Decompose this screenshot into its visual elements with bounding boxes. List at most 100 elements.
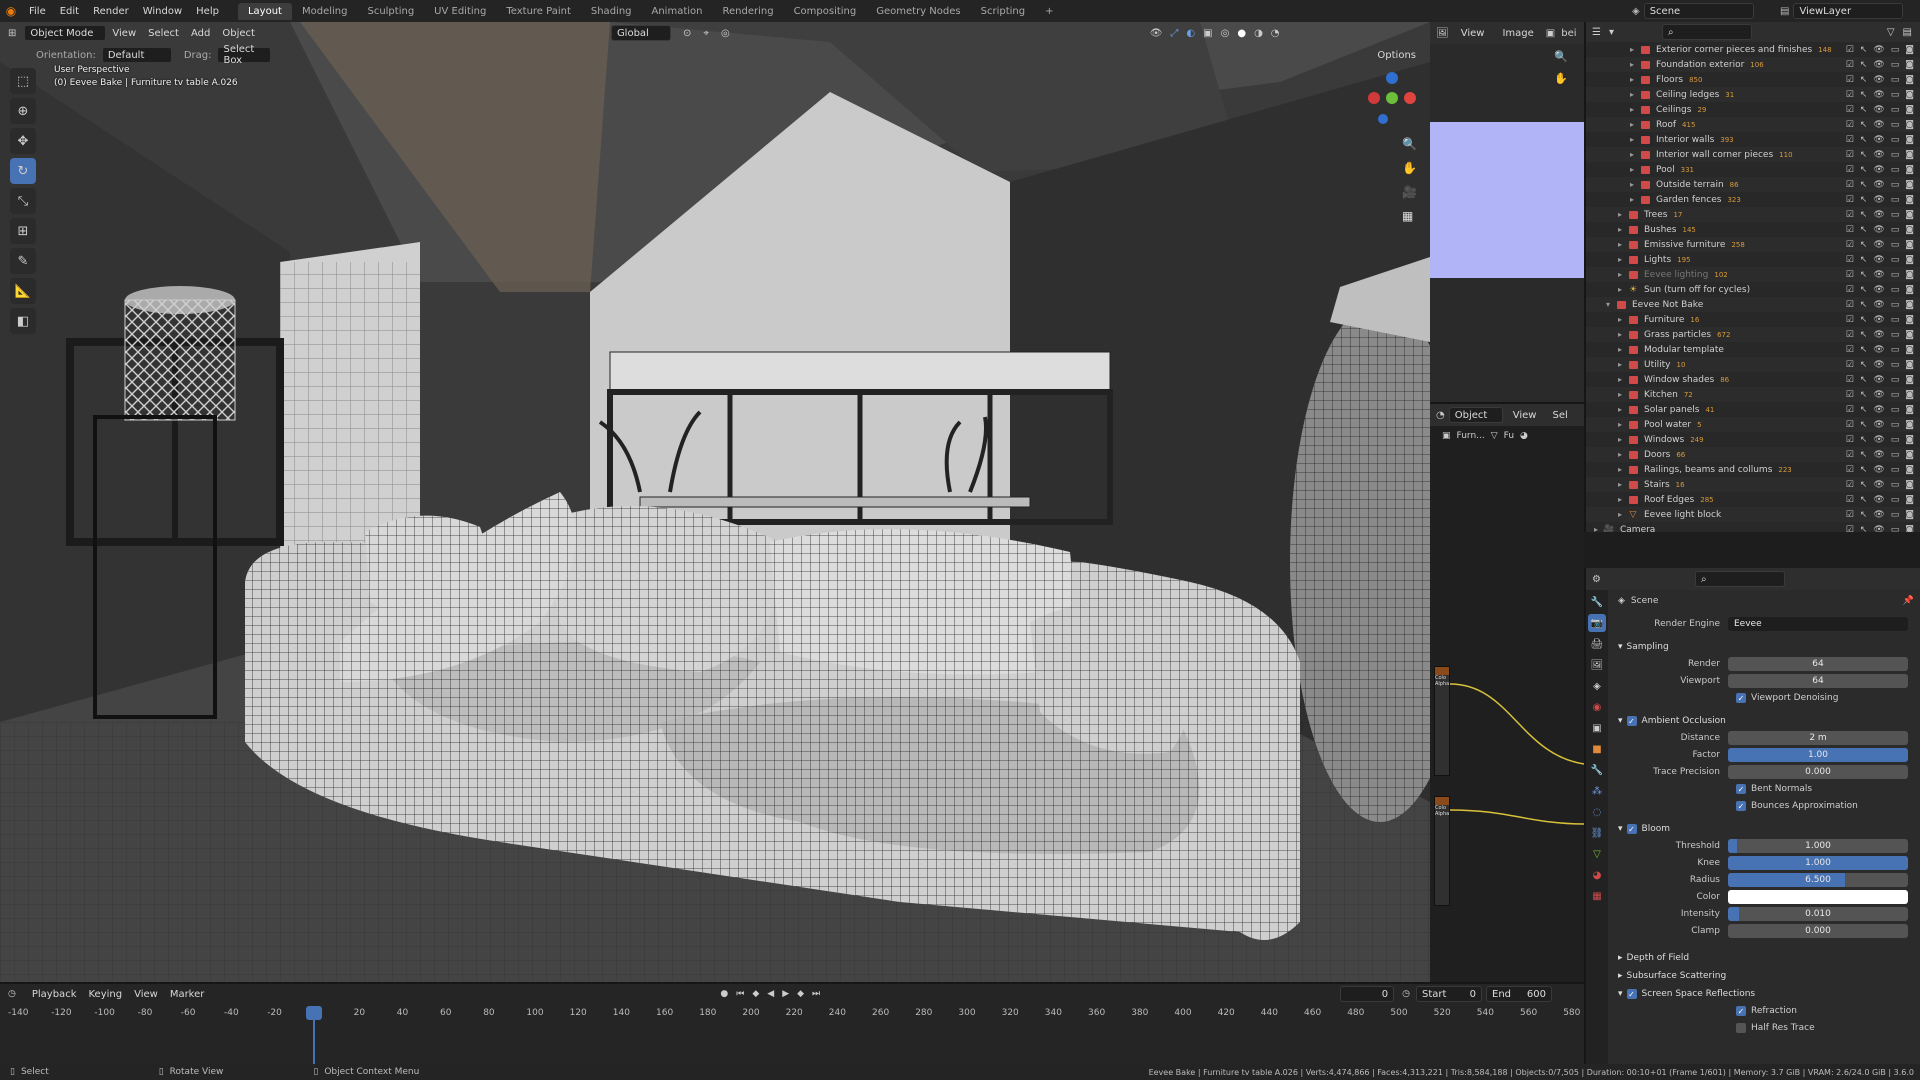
outliner-row[interactable]: ▸ Exterior corner pieces and finishes 148 ☑… [1586,42,1920,57]
scene-tab-icon[interactable]: ◈ [1588,677,1606,695]
exclude-checkbox-icon[interactable]: ☑ [1846,225,1854,235]
timeline-menu-playback[interactable]: Playback [26,989,83,1000]
exclude-checkbox-icon[interactable]: ☑ [1846,360,1854,370]
visibility-eye-icon[interactable]: 👁 [1873,75,1884,85]
timeline-menu-view[interactable]: View [128,989,164,1000]
expand-arrow-icon[interactable]: ▸ [1630,180,1640,189]
exclude-checkbox-icon[interactable]: ☑ [1846,75,1854,85]
exclude-checkbox-icon[interactable]: ☑ [1846,465,1854,475]
object-tab-icon[interactable]: ■ [1588,740,1606,758]
selectable-icon[interactable]: ↖ [1860,525,1868,533]
exclude-checkbox-icon[interactable]: ☑ [1846,255,1854,265]
exclude-checkbox-icon[interactable]: ☑ [1846,330,1854,340]
outliner-row[interactable]: ▸ Grass particles 672 ☑ ↖ 👁 ▭ ◙ [1586,327,1920,342]
expand-arrow-icon[interactable]: ▸ [1630,60,1640,69]
modifier-tab-icon[interactable]: 🔧 [1588,761,1606,779]
exclude-checkbox-icon[interactable]: ☑ [1846,525,1854,533]
tab-shading[interactable]: Shading [581,3,642,20]
expand-arrow-icon[interactable]: ▸ [1618,465,1628,474]
selectable-icon[interactable]: ↖ [1860,315,1868,325]
exclude-checkbox-icon[interactable]: ☑ [1846,165,1854,175]
shading-wireframe-icon[interactable]: ◎ [1221,28,1230,39]
menu-help[interactable]: Help [189,6,226,17]
exclude-checkbox-icon[interactable]: ☑ [1846,495,1854,505]
physics-tab-icon[interactable]: ◌ [1588,803,1606,821]
3d-viewport[interactable]: ⊞ Object Mode View Select Add Object Glo… [0,22,1430,982]
shading-solid-icon[interactable]: ● [1237,28,1246,39]
gizmo-toggle-icon[interactable]: ⤢ [1170,28,1178,39]
selectable-icon[interactable]: ↖ [1860,210,1868,220]
render-camera-icon[interactable]: ◙ [1905,270,1914,280]
visibility-eye-icon[interactable]: 👁 [1873,390,1884,400]
viewport-monitor-icon[interactable]: ▭ [1891,435,1900,445]
data-tab-icon[interactable]: ▽ [1588,845,1606,863]
viewport-menu-object[interactable]: Object [216,28,261,39]
grid-view-icon[interactable]: ▦ [1402,204,1417,228]
expand-arrow-icon[interactable]: ▸ [1618,210,1628,219]
outliner-display-mode-icon[interactable]: ▾ [1609,27,1614,38]
viewport-denoising-checkbox[interactable]: ✓ [1736,693,1746,703]
filter-icon[interactable]: ▽ [1887,27,1895,38]
visibility-eye-icon[interactable]: 👁 [1873,60,1884,70]
render-camera-icon[interactable]: ◙ [1905,90,1914,100]
ssr-panel-header[interactable]: ▾ ✓ Screen Space Reflections [1610,985,1920,1003]
render-camera-icon[interactable]: ◙ [1905,135,1914,145]
render-camera-icon[interactable]: ◙ [1905,150,1914,160]
editor-type-icon[interactable]: ⊞ [8,28,16,39]
expand-arrow-icon[interactable]: ▸ [1630,105,1640,114]
render-camera-icon[interactable]: ◙ [1905,330,1914,340]
menu-edit[interactable]: Edit [53,6,86,17]
tab-sculpting[interactable]: Sculpting [357,3,424,20]
selectable-icon[interactable]: ↖ [1860,90,1868,100]
outliner-row[interactable]: ▸ Ceiling ledges 31 ☑ ↖ 👁 ▭ ◙ [1586,87,1920,102]
expand-arrow-icon[interactable]: ▾ [1606,300,1616,309]
render-camera-icon[interactable]: ◙ [1905,405,1914,415]
viewport-monitor-icon[interactable]: ▭ [1891,255,1900,265]
render-camera-icon[interactable]: ◙ [1905,345,1914,355]
exclude-checkbox-icon[interactable]: ☑ [1846,150,1854,160]
viewport-monitor-icon[interactable]: ▭ [1891,285,1900,295]
outliner-row[interactable]: ▸ Outside terrain 86 ☑ ↖ 👁 ▭ ◙ [1586,177,1920,192]
expand-arrow-icon[interactable]: ▸ [1618,270,1628,279]
selectable-icon[interactable]: ↖ [1860,180,1868,190]
tab-layout[interactable]: Layout [237,2,292,20]
render-camera-icon[interactable]: ◙ [1905,300,1914,310]
visibility-eye-icon[interactable]: 👁 [1873,285,1884,295]
outliner-row[interactable]: ▸ Pool water 5 ☑ ↖ 👁 ▭ ◙ [1586,417,1920,432]
exclude-checkbox-icon[interactable]: ☑ [1846,45,1854,55]
render-camera-icon[interactable]: ◙ [1905,120,1914,130]
viewport-menu-add[interactable]: Add [185,28,216,39]
cursor-tool-icon[interactable]: ⊕ [10,98,36,124]
expand-arrow-icon[interactable]: ▸ [1630,135,1640,144]
selectable-icon[interactable]: ↖ [1860,420,1868,430]
timeline-menu-marker[interactable]: Marker [164,989,211,1000]
properties-search-input[interactable]: ⌕ [1694,571,1785,587]
outliner-row[interactable]: ▸ Modular template ☑ ↖ 👁 ▭ ◙ [1586,342,1920,357]
render-camera-icon[interactable]: ◙ [1905,75,1914,85]
render-camera-icon[interactable]: ◙ [1905,450,1914,460]
selectable-icon[interactable]: ↖ [1860,150,1868,160]
outliner-row[interactable]: ▸ Foundation exterior 106 ☑ ↖ 👁 ▭ ◙ [1586,57,1920,72]
viewport-monitor-icon[interactable]: ▭ [1891,390,1900,400]
visibility-icon[interactable]: 👁 [1150,28,1163,39]
image-editor-type-icon[interactable]: 🖼 [1436,28,1449,39]
gizmo-z-axis-icon[interactable] [1386,72,1398,84]
selectable-icon[interactable]: ↖ [1860,75,1868,85]
ao-factor-slider[interactable]: 1.00 [1728,748,1908,762]
outliner-row[interactable]: ▸ Stairs 16 ☑ ↖ 👁 ▭ ◙ [1586,477,1920,492]
texture-tab-icon[interactable]: ▦ [1588,887,1606,905]
outliner[interactable]: ☰ ▾ ⌕ ▽ ▤ ▸ Exterior corner pieces and fi… [1584,22,1920,532]
visibility-eye-icon[interactable]: 👁 [1873,495,1884,505]
refraction-checkbox[interactable]: ✓ [1736,1006,1746,1016]
move-tool-icon[interactable]: ✥ [10,128,36,154]
add-workspace-button[interactable]: + [1035,3,1063,20]
menu-render[interactable]: Render [86,6,136,17]
render-camera-icon[interactable]: ◙ [1905,180,1914,190]
zoom-icon[interactable]: 🔍 [1402,132,1417,156]
options-button[interactable]: Options [1371,50,1422,61]
exclude-checkbox-icon[interactable]: ☑ [1846,210,1854,220]
visibility-eye-icon[interactable]: 👁 [1873,480,1884,490]
viewport-monitor-icon[interactable]: ▭ [1891,180,1900,190]
image-zoom-icon[interactable]: 🔍 [1554,46,1568,68]
jump-start-icon[interactable]: ⏮ [736,989,744,999]
